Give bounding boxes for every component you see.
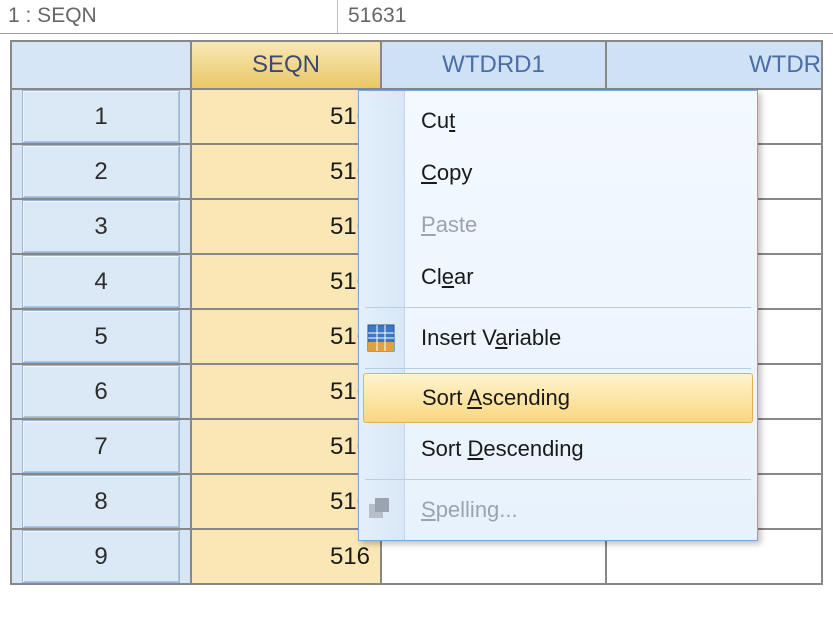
column-header-wtdrd1[interactable]: WTDRD1 [382,42,607,90]
column-header-seqn[interactable]: SEQN [192,42,382,90]
menu-separator [365,307,751,308]
cell-seqn[interactable]: 516 [192,420,382,475]
row-header[interactable]: 9 [12,530,192,585]
insert-variable-icon [367,324,395,352]
status-bar: 1 : SEQN 51631 [0,0,833,34]
menu-separator [365,368,751,369]
row-header[interactable]: 5 [12,310,192,365]
menu-copy[interactable]: Copy [405,147,757,199]
menu-sort-ascending[interactable]: Sort Ascending [363,373,753,423]
menu-sort-descending[interactable]: Sort Descending [405,423,757,475]
menu-clear[interactable]: Clear [405,251,757,303]
menu-gutter [359,91,405,540]
spelling-icon [367,496,395,524]
cell-seqn[interactable]: 516 [192,475,382,530]
cell-seqn[interactable]: 516 [192,90,382,145]
column-header-row: SEQN WTDRD1 WTDR [12,42,823,90]
row-header[interactable]: 1 [12,90,192,145]
menu-insert-variable[interactable]: Insert Variable [405,312,757,364]
menu-paste: Paste [405,199,757,251]
cell-seqn[interactable]: 516 [192,365,382,420]
cell-seqn[interactable]: 516 [192,310,382,365]
corner-header[interactable] [12,42,192,90]
cell-seqn[interactable]: 516 [192,255,382,310]
row-header[interactable]: 7 [12,420,192,475]
row-header[interactable]: 3 [12,200,192,255]
menu-separator [365,479,751,480]
context-menu: Cut Copy Paste Clear [358,90,758,541]
cell-seqn[interactable]: 516 [192,530,382,585]
cell-seqn[interactable]: 516 [192,145,382,200]
row-header[interactable]: 2 [12,145,192,200]
menu-spelling: Spelling... [405,484,757,536]
status-cell-value: 51631 [338,0,833,33]
row-header[interactable]: 8 [12,475,192,530]
column-header-wtdr-partial[interactable]: WTDR [607,42,823,90]
menu-list: Cut Copy Paste Clear [405,91,757,540]
row-header[interactable]: 4 [12,255,192,310]
menu-cut[interactable]: Cut [405,95,757,147]
row-header[interactable]: 6 [12,365,192,420]
cell-seqn[interactable]: 516 [192,200,382,255]
status-cell-info: 1 : SEQN [0,0,338,33]
